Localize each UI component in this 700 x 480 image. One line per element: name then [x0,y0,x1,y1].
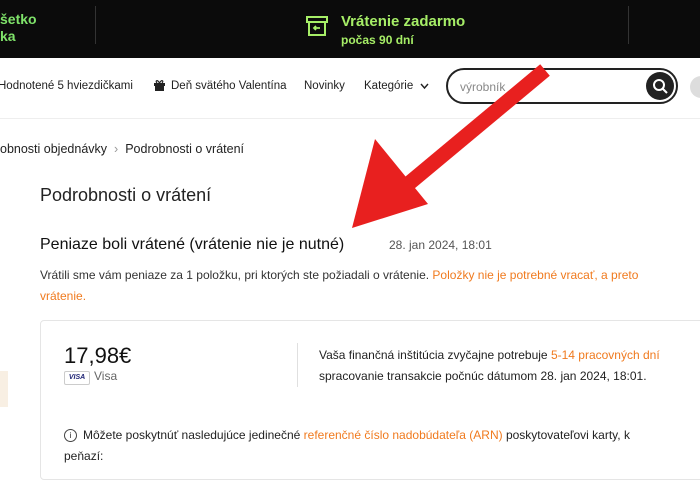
promo-left-text: šetko ka [0,11,37,45]
no-return-needed-link[interactable]: Položky nie je potrebné vracať, a preto [432,268,638,282]
search-input[interactable] [458,76,632,98]
promo-bar: šetko ka Vrátenie zadarmo počas 90 dní [0,0,700,58]
gift-icon [154,80,165,91]
refund-message: Vrátili sme vám peniaze za 1 položku, pr… [40,265,700,307]
promo-left-line2: ka [0,28,16,44]
chevron-down-icon[interactable] [420,83,429,90]
nav-item-categories[interactable]: Kategórie [364,80,413,92]
search-button[interactable] [646,72,674,100]
promo-title: Vrátenie zadarmo [341,13,466,30]
processing-info: Vaša finančná inštitúcia zvyčajne potreb… [319,345,700,387]
search-icon [653,79,668,94]
side-tab[interactable] [0,371,8,407]
breadcrumb-return-details: Podrobnosti o vrátení [125,142,245,156]
arn-note-text: Môžete poskytnúť nasledujúce jedinečné [83,428,301,442]
breadcrumb-separator: › [114,142,119,156]
visa-icon: VISA [64,371,90,385]
card-divider [297,343,298,387]
promo-divider [628,6,629,44]
info-icon: i [64,429,77,443]
business-days-link[interactable]: 5-14 pracovných dní [551,348,660,362]
arn-note-text-2: poskytovateľovi karty, k [505,428,630,442]
search-box[interactable] [446,68,678,104]
breadcrumb: obnosti objednávky › Podrobnosti o vrátení [0,142,244,156]
return-box-icon [306,16,328,36]
nav-item-top-rated[interactable]: Hodnotené 5 hviezdičkami [0,80,133,92]
refund-message-text: Vrátili sme vám peniaze za 1 položku, pr… [40,268,430,282]
promo-subtitle: počas 90 dní [341,33,414,47]
promo-divider [95,6,96,44]
nav-item-valentine[interactable]: Deň svätého Valentína [171,80,287,92]
refund-status-date: 28. jan 2024, 18:01 [389,238,492,252]
arn-link[interactable]: referenčné číslo nadobúdateľa (ARN) [304,428,503,442]
page-title: Podrobnosti o vrátení [40,185,212,205]
refund-card: 17,98€ VISA Visa Vaša finančná inštitúci… [40,320,700,480]
processing-info-text: Vaša finančná inštitúcia zvyčajne potreb… [319,348,548,362]
refund-amount: 17,98€ [64,343,132,368]
arn-note: i Môžete poskytnúť nasledujúce jedinečné … [64,425,700,467]
main-nav: Hodnotené 5 hviezdičkami Deň svätého Val… [0,58,700,119]
processing-info-date: spracovanie transakcie počnúc dátumom 28… [319,369,647,383]
breadcrumb-order-details[interactable]: obnosti objednávky [0,142,107,156]
no-return-needed-link-cont[interactable]: vrátenie. [40,289,86,303]
nav-item-new[interactable]: Novinky [304,80,345,92]
promo-left-line1: šetko [0,11,37,27]
refund-status-title: Peniaze boli vrátené (vrátenie nie je nu… [40,236,345,253]
card-brand: Visa [94,369,118,383]
arn-note-text-3: peňazí: [64,449,104,463]
avatar[interactable] [690,76,700,98]
